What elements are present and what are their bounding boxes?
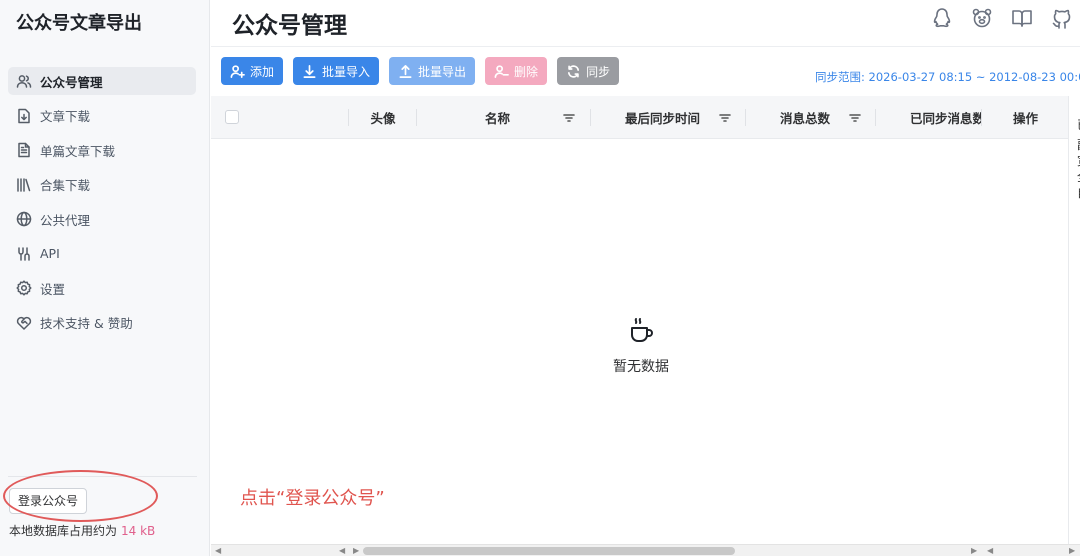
- column-actions: 操作: [982, 96, 1068, 139]
- table-header: 头像 名称 最后同步时间 消息总数 已同步消息数 操作: [211, 96, 1068, 139]
- refresh-icon: [568, 64, 580, 78]
- annotation-text: 点击“登录公众号”: [240, 488, 385, 509]
- batch-export-label: 批量导出: [418, 64, 467, 79]
- batch-export-button[interactable]: 批量导出: [389, 57, 476, 85]
- sidebar-item-label: 单篇文章下载: [40, 143, 116, 159]
- sidebar-nav: 公众号管理 文章下载 单篇文章下载 合集下载 公共代理 API 设置 技术支持 …: [8, 67, 196, 343]
- sidebar-item-label: 公共代理: [40, 212, 91, 228]
- delete-button[interactable]: 删除: [485, 57, 548, 85]
- filter-icon[interactable]: [562, 111, 576, 125]
- right-panel-edge: 已 副 宽 全 自: [1068, 96, 1080, 546]
- sidebar-item-public-proxy[interactable]: 公共代理: [8, 205, 196, 233]
- heart-handshake-icon: [16, 315, 32, 331]
- sidebar-item-label: 设置: [40, 281, 66, 297]
- sidebar-item-settings[interactable]: 设置: [8, 274, 196, 302]
- toolbar: 添加 批量导入 批量导出 删除 同步: [221, 57, 620, 85]
- column-header-label: 消息总数: [780, 111, 831, 126]
- scroll-right-arrow[interactable]: ▶: [971, 546, 977, 555]
- column-total-messages[interactable]: 消息总数: [746, 96, 876, 139]
- sidebar-item-label: 合集下载: [40, 178, 91, 193]
- sync-button[interactable]: 同步: [557, 57, 620, 85]
- upload-icon: [399, 64, 412, 78]
- sidebar-item-label: 公众号管理: [40, 74, 103, 90]
- page-title: 公众号管理: [232, 13, 347, 39]
- empty-state: 暂无数据: [591, 316, 691, 376]
- storage-size: 14 kB: [121, 524, 156, 538]
- sidebar-item-label: API: [40, 246, 60, 261]
- column-name[interactable]: 名称: [417, 96, 591, 139]
- filter-icon[interactable]: [718, 111, 732, 125]
- scroll-right-arrow[interactable]: ▶: [353, 546, 359, 555]
- sidebar-item-api[interactable]: API: [8, 240, 196, 268]
- file-download-icon: [16, 108, 32, 124]
- scroll-left-arrow[interactable]: ◀: [339, 546, 345, 555]
- bear-icon[interactable]: [968, 4, 996, 32]
- qq-icon[interactable]: [928, 4, 956, 32]
- accounts-table: 头像 名称 最后同步时间 消息总数 已同步消息数 操作 暂无数据: [211, 96, 1068, 542]
- sidebar-item-label: 文章下载: [40, 109, 91, 124]
- header-divider: [211, 46, 1080, 47]
- delete-button-label: 删除: [514, 64, 539, 79]
- batch-import-button[interactable]: 批量导入: [293, 57, 380, 85]
- api-icon: [16, 246, 32, 262]
- column-synced-messages: 已同步消息数: [876, 96, 982, 139]
- app-title: 公众号文章导出: [16, 13, 142, 34]
- horizontal-scrollbar[interactable]: ◀ ◀ ▶ ▶ ◀ ▶: [211, 544, 1080, 556]
- add-button[interactable]: 添加: [221, 57, 284, 85]
- sync-range: 同步范围: 2026-03-27 08:15 ~ 2012-08-23 00:0: [815, 70, 1080, 84]
- gear-icon: [16, 280, 32, 296]
- batch-import-label: 批量导入: [322, 64, 371, 79]
- library-icon: [16, 177, 32, 193]
- select-all-column: [211, 96, 349, 139]
- storage-label: 本地数据库占用约为: [9, 524, 118, 538]
- coffee-cup-icon: [631, 318, 653, 342]
- book-icon[interactable]: [1008, 4, 1036, 32]
- sidebar-item-account-management[interactable]: 公众号管理: [8, 67, 196, 95]
- github-icon[interactable]: [1048, 4, 1076, 32]
- column-header-label: 最后同步时间: [625, 111, 701, 126]
- column-last-sync[interactable]: 最后同步时间: [591, 96, 746, 139]
- sidebar-item-label: 技术支持 & 赞助: [40, 316, 133, 331]
- sidebar-item-support-sponsor[interactable]: 技术支持 & 赞助: [8, 309, 196, 337]
- empty-text: 暂无数据: [613, 359, 669, 375]
- select-all-checkbox[interactable]: [225, 110, 239, 124]
- sync-button-label: 同步: [586, 64, 611, 79]
- scroll-right-arrow[interactable]: ▶: [1069, 546, 1075, 555]
- header-icons: [928, 4, 1076, 32]
- file-text-icon: [16, 142, 32, 158]
- filter-icon[interactable]: [848, 111, 862, 125]
- column-header-label: 头像: [370, 111, 396, 126]
- user-plus-icon: [230, 64, 245, 78]
- globe-icon: [16, 211, 32, 227]
- users-icon: [16, 73, 32, 89]
- column-header-label: 操作: [1013, 111, 1039, 126]
- column-header-label: 已同步消息数: [910, 111, 982, 126]
- column-header-label: 名称: [485, 111, 511, 126]
- scroll-left-arrow[interactable]: ◀: [987, 546, 993, 555]
- app-window: 公众号文章导出 公众号管理 文章下载 单篇文章下载 合集下载 公共代理 API …: [0, 0, 1080, 556]
- download-icon: [303, 64, 316, 78]
- add-button-label: 添加: [250, 64, 275, 79]
- sidebar-item-single-article-download[interactable]: 单篇文章下载: [8, 136, 196, 164]
- scroll-left-arrow[interactable]: ◀: [215, 546, 221, 555]
- highlight-ellipse: [3, 470, 158, 522]
- column-avatar: 头像: [349, 96, 417, 139]
- storage-info: 本地数据库占用约为 14 kB: [9, 522, 155, 539]
- sidebar-item-article-download[interactable]: 文章下载: [8, 102, 196, 130]
- sidebar-item-collection-download[interactable]: 合集下载: [8, 171, 196, 199]
- user-minus-icon: [494, 64, 509, 78]
- scrollbar-thumb[interactable]: [363, 547, 735, 555]
